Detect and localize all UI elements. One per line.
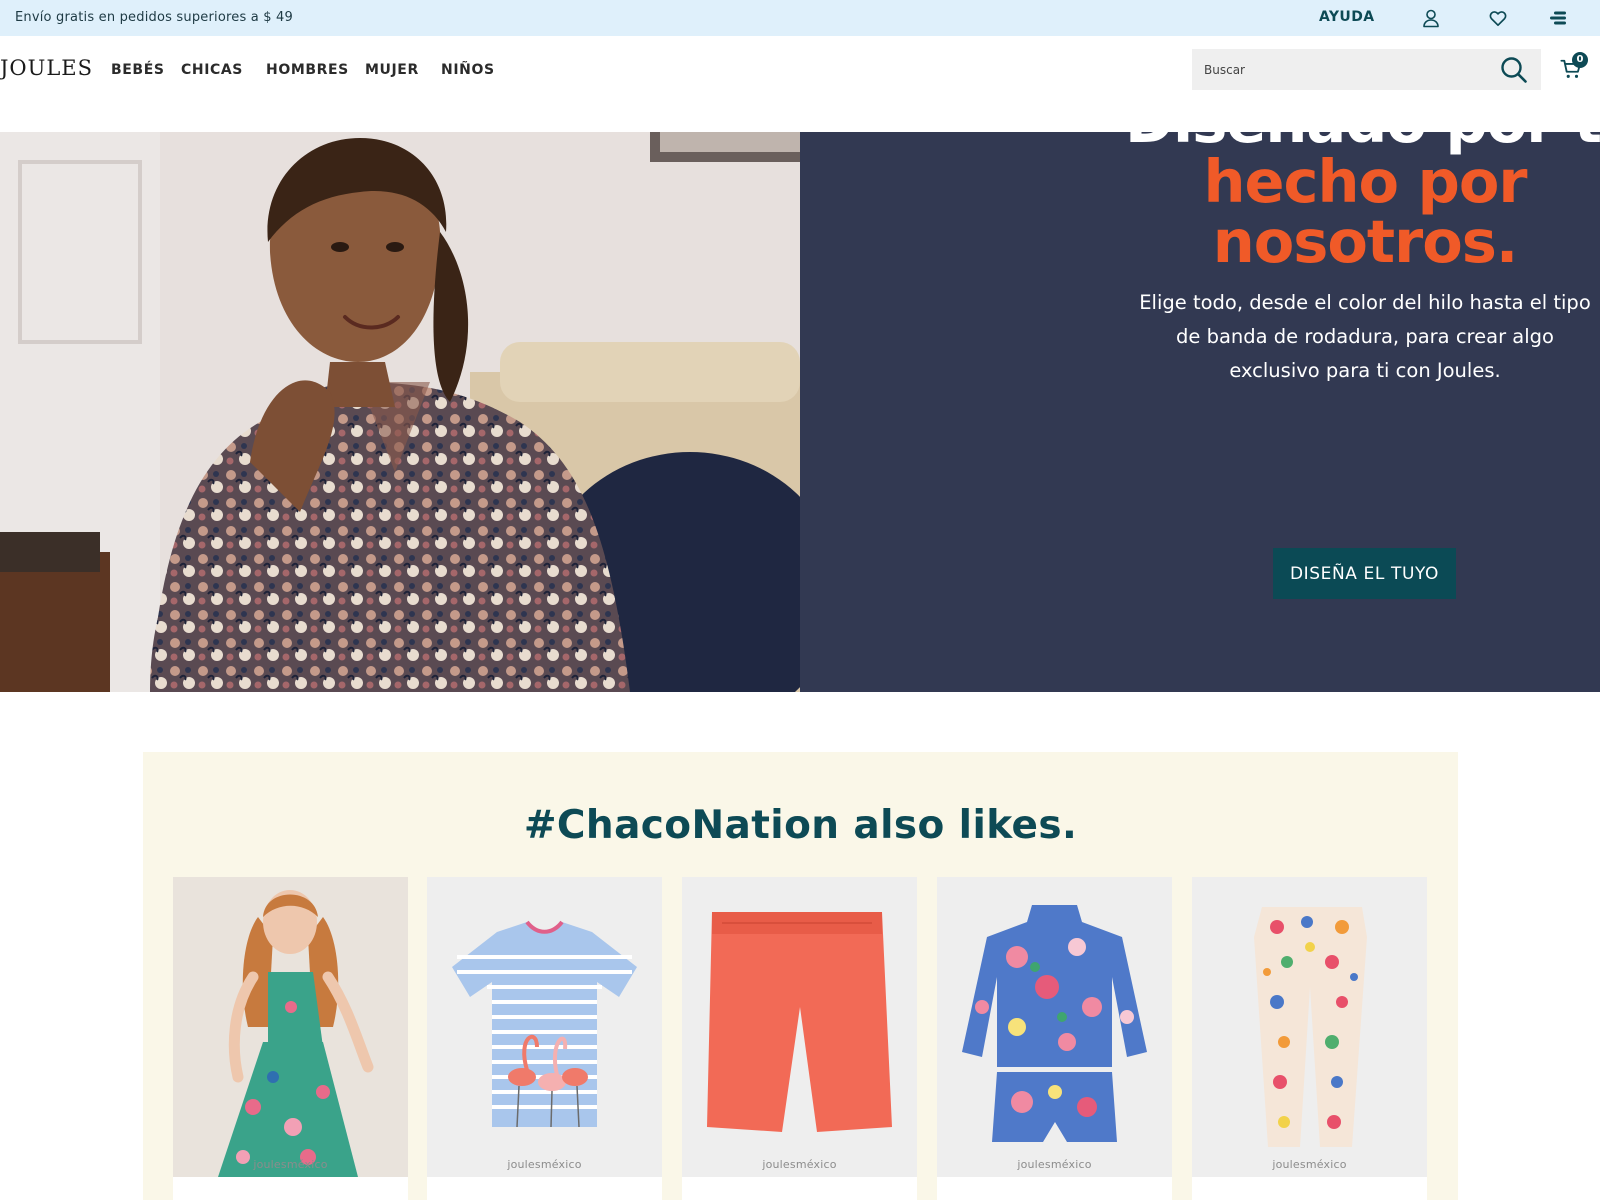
product-image-coral-shorts xyxy=(682,877,917,1177)
hero-subtitle: Elige todo, desde el color del hilo hast… xyxy=(1139,291,1591,382)
search-input[interactable] xyxy=(1204,49,1484,90)
nav-item-hombres[interactable]: HOMBRES xyxy=(266,62,349,78)
free-shipping-text: Envío gratis en pedidos superiores a $ 4… xyxy=(15,10,293,25)
product-image-girl-dress xyxy=(173,877,408,1177)
card-footer xyxy=(937,1177,1172,1200)
user-icon[interactable] xyxy=(1421,8,1441,28)
hero-copy: Diseñado por ti, hecho por nosotros. Eli… xyxy=(1125,92,1600,388)
promo-bar: Envío gratis en pedidos superiores a $ 4… xyxy=(0,0,1600,36)
product-card[interactable]: joulesméxico xyxy=(937,877,1172,1200)
hero-image xyxy=(0,132,800,692)
help-link[interactable]: AYUDA xyxy=(1319,9,1374,25)
product-watermark: joulesméxico xyxy=(1272,1158,1347,1171)
nav-item-mujer[interactable]: MUJER xyxy=(365,62,419,78)
search-box xyxy=(1192,49,1541,90)
search-icon xyxy=(1501,57,1527,83)
menu-icon[interactable] xyxy=(1548,8,1568,28)
community-section: #ChacoNation also likes. joulesméxico jo… xyxy=(143,752,1458,1200)
product-watermark: joulesméxico xyxy=(507,1158,582,1171)
cart-count-badge: 0 xyxy=(1572,52,1588,68)
product-card[interactable]: joulesméxico xyxy=(1192,877,1427,1200)
nav-item-chicas[interactable]: CHICAS xyxy=(181,62,243,78)
heart-icon[interactable] xyxy=(1488,8,1508,28)
card-footer xyxy=(173,1177,408,1200)
product-card[interactable]: joulesméxico xyxy=(173,877,408,1200)
product-watermark: joulesméxico xyxy=(253,1158,328,1171)
product-image-flamingo-tshirt xyxy=(427,877,662,1177)
card-footer xyxy=(427,1177,662,1200)
card-footer xyxy=(682,1177,917,1200)
joules-logo[interactable]: JOULES xyxy=(0,56,93,80)
design-yours-button[interactable]: DISEÑA EL TUYO xyxy=(1273,548,1456,599)
product-watermark: joulesméxico xyxy=(762,1158,837,1171)
nav-item-ninos[interactable]: NIÑOS xyxy=(441,62,495,78)
nav-item-bebes[interactable]: BEBÉS xyxy=(111,62,165,78)
hero-title: Diseñado por ti, xyxy=(1125,87,1600,156)
card-footer xyxy=(1192,1177,1427,1200)
product-image-floral-swim-set xyxy=(937,877,1172,1177)
community-title: #ChacoNation also likes. xyxy=(523,803,1078,848)
product-card[interactable]: joulesméxico xyxy=(682,877,917,1200)
product-watermark: joulesméxico xyxy=(1017,1158,1092,1171)
product-image-floral-leggings xyxy=(1192,877,1427,1177)
product-card[interactable]: joulesméxico xyxy=(427,877,662,1200)
hero-title-accent-2: nosotros. xyxy=(1212,207,1519,276)
hero-title-accent-1: hecho por xyxy=(1203,147,1528,216)
search-button[interactable] xyxy=(1500,55,1530,85)
